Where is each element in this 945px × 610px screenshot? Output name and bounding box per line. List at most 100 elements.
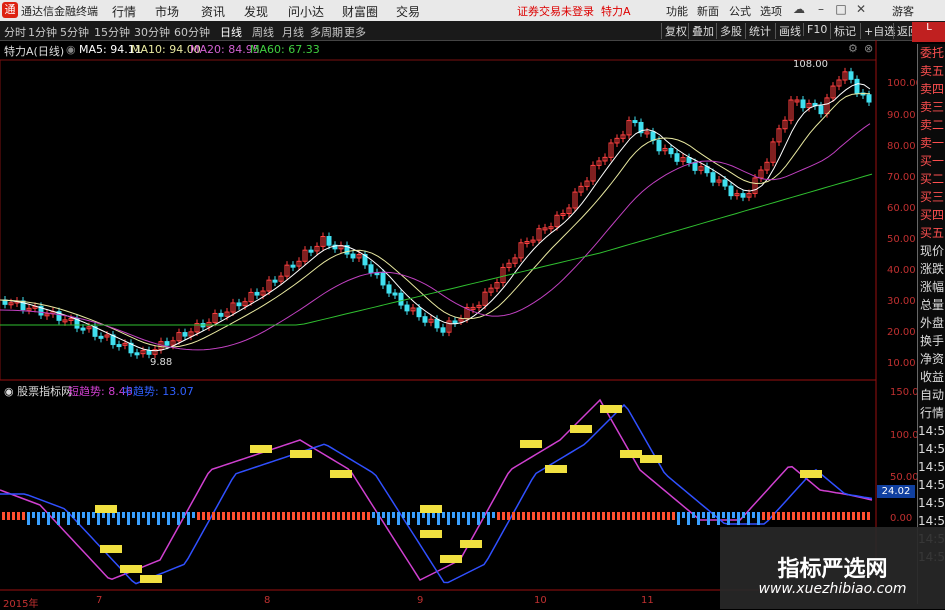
indicator-bar: [382, 512, 385, 518]
y-tick: 90.00: [887, 110, 916, 121]
indicator-bar: [772, 512, 775, 520]
sidebar-item[interactable]: 14:50: [918, 422, 945, 440]
sidebar-item[interactable]: 收益: [918, 368, 945, 386]
indicator-bar: [127, 512, 130, 525]
indicator-bar: [702, 512, 705, 518]
price-chart[interactable]: [0, 0, 945, 609]
indicator-bar: [52, 512, 55, 518]
indicator-bar: [232, 512, 235, 520]
sidebar-item[interactable]: 买一: [918, 152, 945, 170]
candle: [674, 153, 680, 162]
sidebar-item[interactable]: 买四: [918, 206, 945, 224]
indicator-bar: [417, 512, 420, 525]
indicator-bar: [667, 512, 670, 520]
indicator-bar: [802, 512, 805, 520]
sidebar-item[interactable]: 买三: [918, 188, 945, 206]
sidebar-item[interactable]: 总量: [918, 296, 945, 314]
indicator-bar: [272, 512, 275, 520]
x-tick: 8: [264, 595, 271, 606]
signal-tag: [140, 575, 162, 583]
candle: [800, 99, 806, 109]
y-tick: 10.00: [887, 358, 916, 369]
indicator-bar: [132, 512, 135, 518]
indicator-bar: [792, 512, 795, 520]
sidebar-item[interactable]: 14:50: [918, 458, 945, 476]
indicator-bar: [277, 512, 280, 520]
sidebar-item[interactable]: 现价: [918, 242, 945, 260]
indicator-bar: [107, 512, 110, 525]
sidebar-item[interactable]: 自动: [918, 386, 945, 404]
indicator-bar: [302, 512, 305, 520]
x-tick: 11: [641, 595, 654, 606]
sidebar-item[interactable]: 卖一: [918, 134, 945, 152]
sidebar-item[interactable]: 买五: [918, 224, 945, 242]
candle: [182, 332, 188, 337]
indicator-bar: [247, 512, 250, 520]
sidebar-item[interactable]: 涨幅: [918, 278, 945, 296]
sidebar-item[interactable]: 卖二: [918, 116, 945, 134]
indicator-bar: [837, 512, 840, 520]
indicator-bar: [692, 512, 695, 518]
candles: [2, 67, 872, 359]
indicator-bar: [602, 512, 605, 520]
indicator-bar: [852, 512, 855, 520]
candle: [80, 327, 86, 331]
sidebar-item[interactable]: 外盘: [918, 314, 945, 332]
ma10-line: [0, 92, 871, 348]
indicator-bar: [387, 512, 390, 525]
sidebar-item[interactable]: 卖三: [918, 98, 945, 116]
indicator-bar: [157, 512, 160, 525]
indicator-bar: [572, 512, 575, 520]
current-value-badge: 24.02: [877, 485, 915, 498]
candle: [866, 94, 872, 103]
indicator-bar: [392, 512, 395, 518]
indicator-label: ◉ 股票指标网: [4, 385, 73, 398]
sidebar-item[interactable]: 行情: [918, 404, 945, 422]
y-tick: 50.00: [887, 234, 916, 245]
candle: [692, 162, 698, 171]
indicator-bar: [502, 512, 505, 520]
sidebar-item[interactable]: 卖四: [918, 80, 945, 98]
candle: [650, 131, 656, 141]
watermark-url: www.xuezhibiao.com: [758, 581, 907, 597]
sidebar-item[interactable]: 换手: [918, 332, 945, 350]
sidebar-item[interactable]: 14:50: [918, 494, 945, 512]
indicator-bar: [262, 512, 265, 520]
signal-tag: [460, 540, 482, 548]
x-tick: 7: [96, 595, 103, 606]
candle: [440, 327, 446, 333]
indicator-bar: [747, 512, 750, 525]
sidebar-item[interactable]: 买二: [918, 170, 945, 188]
indicator-bar: [312, 512, 315, 520]
sidebar-item[interactable]: 委托: [918, 44, 945, 62]
candle: [368, 264, 374, 274]
sidebar-item[interactable]: 净资: [918, 350, 945, 368]
indicator-bar: [827, 512, 830, 520]
sidebar-item[interactable]: 涨跌: [918, 260, 945, 278]
candle: [326, 236, 332, 246]
indicator-bar: [452, 512, 455, 518]
indicator-bar: [47, 512, 50, 525]
sidebar-badge[interactable]: L: [912, 22, 945, 42]
candle: [350, 253, 356, 259]
candle: [116, 344, 122, 348]
sidebar-item[interactable]: 卖五: [918, 62, 945, 80]
indicator-bar: [67, 512, 70, 525]
signal-tag: [100, 545, 122, 553]
watermark: 指标严选网 www.xuezhibiao.com: [720, 527, 945, 609]
signal-tag: [570, 425, 592, 433]
indicator-bar: [267, 512, 270, 520]
indicator-bar: [617, 512, 620, 520]
indicator-bar: [552, 512, 555, 520]
candle: [146, 350, 152, 355]
indicator-bar: [7, 512, 10, 520]
sidebar-item[interactable]: 14:50: [918, 476, 945, 494]
indicator-bar: [657, 512, 660, 520]
indicator-bar: [412, 512, 415, 518]
indicator-bar: [457, 512, 460, 525]
indicator-bar: [857, 512, 860, 520]
indicator-bar: [817, 512, 820, 520]
sidebar-item[interactable]: 14:50: [918, 440, 945, 458]
indi-y-tick: 150.0: [890, 387, 919, 398]
indicator-bar: [222, 512, 225, 520]
